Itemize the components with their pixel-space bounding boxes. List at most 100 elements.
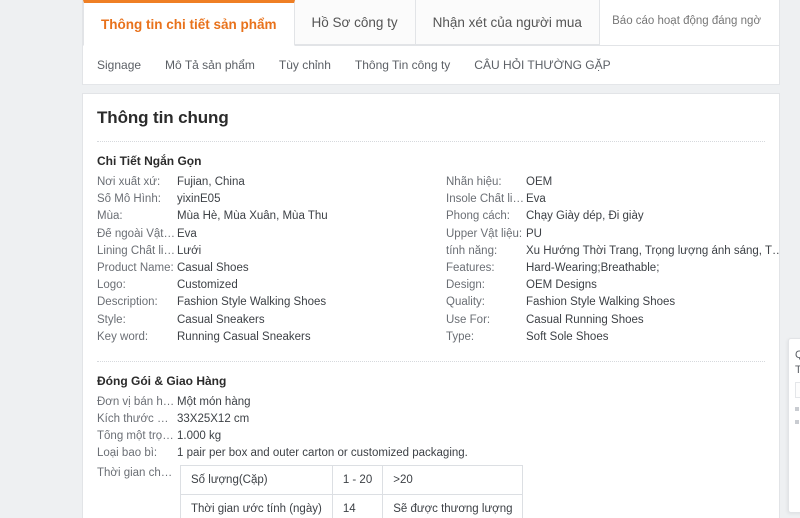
side-panel-input[interactable] bbox=[795, 382, 800, 398]
tab-buyer-reviews[interactable]: Nhận xét của người mua bbox=[415, 0, 600, 45]
packaging-label: Tổng một trọng lư... bbox=[97, 430, 177, 443]
subnav-item-faq[interactable]: CÂU HỎI THƯỜNG GẶP bbox=[474, 58, 610, 72]
spec-row: Product Name: Casual Shoes bbox=[97, 262, 446, 279]
spec-row: Quality: Fashion Style Walking Shoes bbox=[446, 296, 779, 313]
report-suspicious-activity-link[interactable]: Báo cáo hoạt động đáng ngờ bbox=[612, 15, 761, 27]
spec-value: Customized bbox=[177, 279, 238, 292]
packaging-row: Tổng một trọng lư... 1.000 kg bbox=[97, 430, 779, 447]
spec-row: Đế ngoài Vật liệu: Eva bbox=[97, 228, 446, 245]
spec-row: Nơi xuất xứ: Fujian, China bbox=[97, 176, 446, 193]
spec-value: OEM Designs bbox=[526, 279, 597, 292]
spec-label: Upper Vật liệu: bbox=[446, 227, 523, 240]
tab-label: Nhận xét của người mua bbox=[432, 14, 582, 30]
tab-product-details[interactable]: Thông tin chi tiết sản phẩm bbox=[83, 0, 295, 46]
spec-label: Type: bbox=[446, 330, 475, 343]
spec-row: Phong cách: Chạy Giày dép, Đi giày bbox=[446, 210, 779, 227]
spec-value: Eva bbox=[177, 227, 197, 240]
subnav-item-company-info[interactable]: Thông Tin công ty bbox=[355, 58, 450, 72]
packaging-row: Kích thước một ba... 33X25X12 cm bbox=[97, 413, 779, 430]
divider-packaging bbox=[97, 360, 765, 362]
side-panel-line-1: Q bbox=[795, 349, 800, 361]
lead-time-quantity-range-2: >20 bbox=[382, 464, 524, 495]
spec-row: Upper Vật liệu: PU bbox=[446, 227, 779, 245]
spec-label: Insole Chất liệu: bbox=[446, 193, 526, 206]
spec-row: Mùa: Mùa Hè, Mùa Xuân, Mùa Thu bbox=[97, 210, 446, 227]
spec-label: Mùa: bbox=[97, 210, 123, 223]
spec-label: Style: bbox=[97, 313, 126, 326]
spec-label: Nhãn hiệu: bbox=[446, 176, 502, 188]
floating-side-panel[interactable]: Q T bbox=[788, 338, 800, 513]
divider-top bbox=[97, 141, 765, 142]
packaging-label: Kích thước một ba... bbox=[97, 413, 177, 426]
specs-column-right: Nhãn hiệu: OEM Insole Chất liệu: Eva Pho… bbox=[446, 176, 779, 348]
spec-row: Description: Fashion Style Walking Shoes bbox=[97, 296, 446, 313]
spec-label: Số Mô Hình: bbox=[97, 193, 161, 206]
specs-grid: Nơi xuất xứ: Fujian, China Số Mô Hình: y… bbox=[97, 176, 779, 348]
spec-value: Soft Sole Shoes bbox=[526, 330, 609, 343]
specs-column-left: Nơi xuất xứ: Fujian, China Số Mô Hình: y… bbox=[97, 176, 446, 348]
spec-value: Eva bbox=[526, 193, 546, 206]
page-title: Thông tin chung bbox=[97, 108, 229, 127]
lead-time-quantity-range-1: 1 - 20 bbox=[331, 464, 384, 495]
spec-value: OEM bbox=[526, 176, 553, 188]
packaging-value: 33X25X12 cm bbox=[177, 413, 250, 426]
subnav-item-signage[interactable]: Signage bbox=[97, 58, 141, 72]
spec-row: Use For: Casual Running Shoes bbox=[446, 313, 779, 331]
tab-label: Hồ Sơ công ty bbox=[311, 14, 398, 30]
spec-value: yixinE05 bbox=[177, 193, 221, 206]
spec-value: Mùa Hè, Mùa Xuân, Mùa Thu bbox=[177, 210, 328, 223]
subnav-item-product-description[interactable]: Mô Tả sản phẩm bbox=[165, 58, 255, 72]
spec-value: Lưới bbox=[177, 244, 202, 257]
packaging-value: 1 pair per box and outer carton or custo… bbox=[177, 447, 468, 460]
spec-value: Fashion Style Walking Shoes bbox=[177, 296, 327, 309]
spec-label: Quality: bbox=[446, 296, 485, 309]
spec-row: Key word: Running Casual Sneakers bbox=[97, 331, 446, 348]
spec-label: Design: bbox=[446, 279, 485, 292]
spec-value: Casual Running Shoes bbox=[526, 313, 644, 326]
packaging-value: Một món hàng bbox=[177, 395, 251, 408]
spec-row: Type: Soft Sole Shoes bbox=[446, 330, 779, 348]
lead-time-days-header: Thời gian ước tính (ngày) bbox=[180, 493, 333, 518]
spec-row: Features: Hard-Wearing;Breathable; bbox=[446, 261, 779, 279]
spec-label: Lining Chất liệu: bbox=[97, 244, 177, 257]
spec-value: Hard-Wearing;Breathable; bbox=[526, 261, 660, 274]
tab-company-profile[interactable]: Hồ Sơ công ty bbox=[294, 0, 416, 45]
spec-label: Description: bbox=[97, 296, 158, 309]
lead-time-days-1: 14 bbox=[331, 493, 384, 518]
spec-label: tính năng: bbox=[446, 244, 498, 257]
spec-label: Product Name: bbox=[97, 261, 174, 274]
table-row: Số lượng(Cặp) 1 - 20 >20 bbox=[180, 464, 524, 495]
side-panel-line-2: T bbox=[795, 364, 800, 376]
quick-details-heading: Chi Tiết Ngắn Gọn bbox=[97, 154, 202, 168]
spec-value: Casual Shoes bbox=[177, 261, 249, 274]
spec-value: Fashion Style Walking Shoes bbox=[526, 296, 676, 309]
tab-bar: Thông tin chi tiết sản phẩm Hồ Sơ công t… bbox=[82, 0, 780, 46]
sub-navigation: Signage Mô Tả sản phẩm Tùy chỉnh Thông T… bbox=[82, 46, 780, 85]
packaging-label: Đơn vị bán hàng: bbox=[97, 395, 177, 408]
lead-time-quantity-header: Số lượng(Cặp) bbox=[180, 464, 333, 495]
spec-value: PU bbox=[526, 227, 542, 240]
product-detail-page: Thông tin chi tiết sản phẩm Hồ Sơ công t… bbox=[0, 0, 800, 518]
lead-time-table: Số lượng(Cặp) 1 - 20 >20 Thời gian ước t… bbox=[180, 464, 524, 518]
spec-row: Insole Chất liệu: Eva bbox=[446, 193, 779, 210]
spec-label: Nơi xuất xứ: bbox=[97, 176, 161, 188]
lead-time-label: Thời gian chở giao ... bbox=[97, 466, 177, 479]
packaging-value: 1.000 kg bbox=[177, 430, 222, 443]
left-gutter bbox=[0, 0, 82, 518]
spec-value: Chạy Giày dép, Đi giày bbox=[526, 210, 644, 223]
spec-row: Logo: Customized bbox=[97, 279, 446, 296]
spec-label: Logo: bbox=[97, 279, 126, 292]
subnav-item-customization[interactable]: Tùy chỉnh bbox=[279, 58, 331, 72]
table-row: Thời gian ước tính (ngày) 14 Sẽ được thư… bbox=[180, 493, 524, 518]
spec-value: Running Casual Sneakers bbox=[177, 330, 311, 343]
spec-row: Lining Chất liệu: Lưới bbox=[97, 245, 446, 262]
packaging-heading: Đóng Gói & Giao Hàng bbox=[97, 373, 227, 388]
spec-value: Fujian, China bbox=[177, 176, 245, 188]
spec-row: Design: OEM Designs bbox=[446, 279, 779, 296]
side-panel-dot-icon bbox=[795, 407, 799, 411]
tab-label: Thông tin chi tiết sản phẩm bbox=[101, 16, 277, 32]
side-panel-dot-icon bbox=[795, 420, 799, 424]
lead-time-section: Thời gian chở giao ... Số lượng(Cặp) 1 -… bbox=[97, 464, 779, 518]
spec-label: Use For: bbox=[446, 313, 491, 326]
spec-label: Phong cách: bbox=[446, 210, 510, 223]
